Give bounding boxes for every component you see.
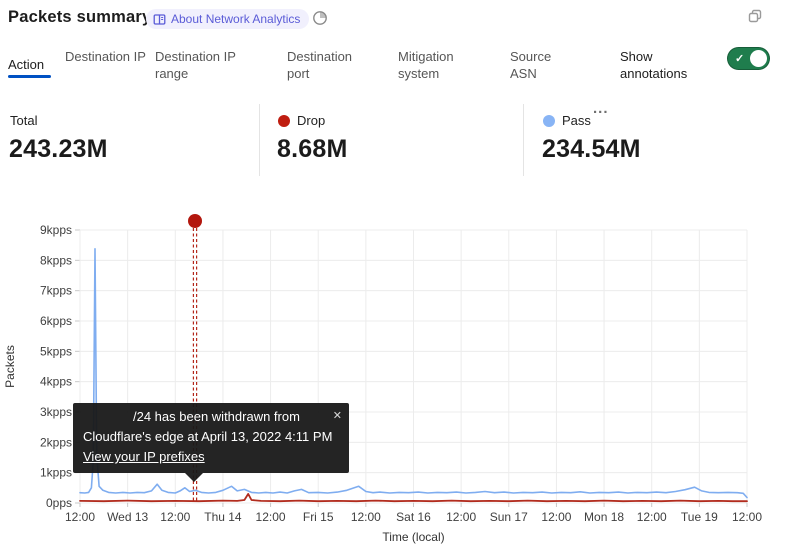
tab-destination-ip[interactable]: Destination IP [65, 48, 147, 65]
packets-time-series-chart: 0pps 1kpps 2kpps 3kpps 4kpps 5kpps 6kpps 7kpps 8… [0, 195, 785, 555]
page-title: Packets summary [8, 8, 151, 27]
show-annotations-toggle[interactable]: ✓ [727, 47, 770, 70]
stats-divider [259, 104, 260, 176]
x-tick-label: 12:00 [446, 510, 476, 524]
x-tick-label: 12:00 [351, 510, 381, 524]
pass-legend-dot [543, 115, 555, 127]
stat-pass-label: Pass [562, 113, 591, 128]
book-icon [153, 13, 166, 26]
x-axis-title: Time (local) [382, 530, 444, 544]
drop-legend-dot [278, 115, 290, 127]
x-tick-label: Sun 17 [490, 510, 528, 524]
summary-stats: Total 243.23M Drop 8.68M Pass 234.54M [0, 104, 785, 179]
stat-total-value: 243.23M [9, 135, 108, 164]
x-tick-label: 12:00 [637, 510, 667, 524]
tab-source-asn[interactable]: Source ASN [510, 48, 562, 82]
x-tick-label: 12:00 [160, 510, 190, 524]
y-tick-label: 6kpps [40, 314, 72, 328]
tab-destination-ip-range[interactable]: Destination IP range [155, 48, 255, 82]
y-tick-label: 9kpps [40, 223, 72, 237]
y-tick-label: 5kpps [40, 344, 72, 358]
tab-mitigation-system[interactable]: Mitigation system [398, 48, 472, 82]
show-annotations-label: Show annotations [620, 48, 704, 82]
about-network-analytics-badge[interactable]: About Network Analytics [146, 9, 309, 29]
stat-total-label: Total [10, 113, 37, 128]
tab-action[interactable]: Action [8, 56, 44, 73]
close-icon[interactable]: ✕ [333, 406, 342, 426]
about-badge-label: About Network Analytics [171, 12, 300, 26]
x-tick-label: 12:00 [732, 510, 762, 524]
annotation-marker-dot[interactable] [188, 214, 202, 228]
restore-window-icon[interactable] [746, 7, 764, 25]
y-tick-label: 2kpps [40, 435, 72, 449]
y-tick-label: 4kpps [40, 375, 72, 389]
packets-summary-panel: Packets summary About Network Analytics … [0, 0, 785, 555]
y-tick-label: 0pps [46, 496, 72, 510]
stats-divider [523, 104, 524, 176]
x-tick-label: Fri 15 [303, 510, 334, 524]
stat-pass-value: 234.54M [542, 135, 641, 164]
time-history-icon[interactable] [312, 10, 328, 26]
x-tick-label: Wed 13 [107, 510, 148, 524]
y-tick-label: 7kpps [40, 284, 72, 298]
y-tick-label: 3kpps [40, 405, 72, 419]
stat-drop-value: 8.68M [277, 135, 347, 164]
active-tab-underline [8, 75, 51, 78]
y-axis-title: Packets [3, 345, 17, 388]
x-tick-label: 12:00 [65, 510, 95, 524]
tab-destination-port[interactable]: Destination port [287, 48, 369, 82]
x-tick-label: Sat 16 [396, 510, 431, 524]
tooltip-line-1: /24 has been withdrawn from [83, 407, 339, 427]
x-tick-label: 12:00 [256, 510, 286, 524]
stat-drop-label: Drop [297, 113, 325, 128]
y-tick-label: 8kpps [40, 253, 72, 267]
chart-svg: 0pps 1kpps 2kpps 3kpps 4kpps 5kpps 6kpps 7kpps 8… [0, 195, 785, 555]
check-icon: ✓ [735, 52, 744, 65]
annotation-tooltip: ✕ /24 has been withdrawn from Cloudflare… [73, 403, 349, 473]
x-tick-label: Mon 18 [584, 510, 624, 524]
toggle-knob [750, 50, 767, 67]
dimension-tabs: Action Destination IP Destination IP ran… [0, 46, 785, 88]
x-tick-label: Tue 19 [681, 510, 718, 524]
tooltip-line-2: Cloudflare's edge at April 13, 2022 4:11… [83, 427, 339, 447]
view-ip-prefixes-link[interactable]: View your IP prefixes [83, 447, 205, 467]
tooltip-caret [185, 473, 203, 482]
x-tick-label: Thu 14 [204, 510, 242, 524]
y-tick-label: 1kpps [40, 466, 72, 480]
x-tick-label: 12:00 [541, 510, 571, 524]
